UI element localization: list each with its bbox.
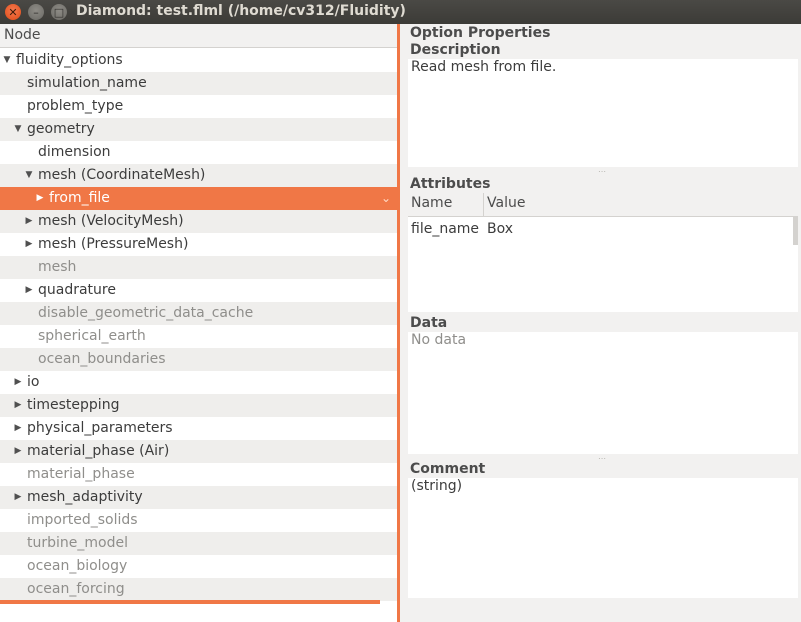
expander-expand-icon[interactable]: ▶ xyxy=(12,394,24,417)
tree-row-label: imported_solids xyxy=(27,512,138,528)
attributes-table: Name Value file_name Box xyxy=(408,193,798,312)
tree-row-label: mesh (PressureMesh) xyxy=(38,236,189,252)
window-minimize-button[interactable]: – xyxy=(28,4,44,20)
window-maximize-button[interactable]: □ xyxy=(51,4,67,20)
tree-row-label: physical_parameters xyxy=(27,420,173,436)
tree-row-label: problem_type xyxy=(27,98,124,114)
tree-row[interactable]: ▶ quadrature xyxy=(0,279,397,302)
window-title: Diamond: test.flml (/home/cv312/Fluidity… xyxy=(76,3,406,19)
options-tree: ▼ fluidity_options simulation_name problem_… xyxy=(0,49,397,601)
tree-row[interactable]: ▶ mesh (VelocityMesh) xyxy=(0,210,397,233)
column-divider xyxy=(483,193,484,217)
tree-row-label: simulation_name xyxy=(27,75,147,91)
description-title: Description xyxy=(410,42,501,58)
attributes-scrollbar[interactable] xyxy=(793,217,798,245)
tree-row[interactable]: ▶ material_phase (Air) xyxy=(0,440,397,463)
attributes-title: Attributes xyxy=(410,176,491,192)
expander-expand-icon[interactable]: ▶ xyxy=(23,210,35,233)
option-properties-heading: Option Properties xyxy=(410,25,551,41)
tree-row[interactable]: problem_type xyxy=(0,95,397,118)
description-box: Read mesh from file. xyxy=(408,59,798,167)
options-tree-pane: Node ▼ fluidity_options simulation_name pro… xyxy=(0,24,397,622)
tree-row[interactable]: simulation_name xyxy=(0,72,397,95)
tree-row-label: mesh_adaptivity xyxy=(27,489,143,505)
tree-row-label: turbine_model xyxy=(27,535,128,551)
tree-row-label: material_phase (Air) xyxy=(27,443,170,459)
attributes-table-header: Name Value xyxy=(408,193,798,217)
expander-expand-icon[interactable]: ▶ xyxy=(34,187,46,210)
tree-row[interactable]: material_phase xyxy=(0,463,397,486)
tree-row[interactable]: spherical_earth xyxy=(0,325,397,348)
tree-row-label: ocean_boundaries xyxy=(38,351,166,367)
option-properties-pane: Option Properties Description Read mesh … xyxy=(408,24,801,622)
tree-row[interactable]: ocean_boundaries xyxy=(0,348,397,371)
window-titlebar: ✕ – □ Diamond: test.flml (/home/cv312/Fl… xyxy=(0,0,801,24)
table-row[interactable]: file_name Box xyxy=(408,218,798,242)
comment-box[interactable]: (string) xyxy=(408,478,798,598)
expander-expand-icon[interactable]: ▶ xyxy=(12,417,24,440)
comment-title: Comment xyxy=(410,461,486,477)
expander-expand-icon[interactable]: ▶ xyxy=(23,279,35,302)
tree-row[interactable]: ▼ mesh (CoordinateMesh) xyxy=(0,164,397,187)
tree-row[interactable]: dimension xyxy=(0,141,397,164)
tree-row[interactable]: turbine_model xyxy=(0,532,397,555)
tree-row[interactable]: ▶ physical_parameters xyxy=(0,417,397,440)
description-resize-grip-icon[interactable]: ⋯ xyxy=(598,167,607,176)
attribute-value-cell[interactable]: Box xyxy=(487,221,513,237)
tree-row-label: timestepping xyxy=(27,397,120,413)
description-text: Read mesh from file. xyxy=(411,59,557,75)
tree-row-label: io xyxy=(27,374,40,390)
tree-row[interactable]: ocean_forcing xyxy=(0,578,397,601)
tree-row[interactable]: ▶ mesh (PressureMesh) xyxy=(0,233,397,256)
tree-row-label: dimension xyxy=(38,144,111,160)
window-close-button[interactable]: ✕ xyxy=(5,4,21,20)
tree-row-label: mesh (VelocityMesh) xyxy=(38,213,184,229)
tree-row-label: geometry xyxy=(27,121,95,137)
tree-row-label: ocean_biology xyxy=(27,558,128,574)
tree-row[interactable]: ocean_biology xyxy=(0,555,397,578)
expander-expand-icon[interactable]: ▶ xyxy=(12,371,24,394)
pane-splitter-handle[interactable] xyxy=(397,24,400,622)
tree-row[interactable]: disable_geometric_data_cache xyxy=(0,302,397,325)
attribute-name-cell: file_name xyxy=(411,221,480,237)
tree-row-label: disable_geometric_data_cache xyxy=(38,305,254,321)
tree-row-selected[interactable]: ▶ from_file ⌄ xyxy=(0,187,397,210)
data-text: No data xyxy=(411,332,467,348)
tree-row[interactable]: ▼ geometry xyxy=(0,118,397,141)
expander-collapse-icon[interactable]: ▼ xyxy=(1,49,13,72)
maximize-icon: □ xyxy=(53,5,65,19)
attributes-column-value[interactable]: Value xyxy=(487,195,525,211)
data-resize-grip-icon[interactable]: ⋯ xyxy=(598,454,607,463)
expander-collapse-icon[interactable]: ▼ xyxy=(23,164,35,187)
tree-row[interactable]: mesh xyxy=(0,256,397,279)
expander-collapse-icon[interactable]: ▼ xyxy=(12,118,24,141)
tree-row[interactable]: ▶ timestepping xyxy=(0,394,397,417)
tree-column-header-node[interactable]: Node xyxy=(0,24,397,48)
data-box: No data xyxy=(408,332,798,454)
tree-horizontal-scrollbar[interactable] xyxy=(0,600,380,604)
comment-text: (string) xyxy=(411,478,463,494)
chevron-down-icon[interactable]: ⌄ xyxy=(381,187,391,210)
tree-row[interactable]: ▶ mesh_adaptivity xyxy=(0,486,397,509)
expander-expand-icon[interactable]: ▶ xyxy=(23,233,35,256)
tree-row[interactable]: ▶ io xyxy=(0,371,397,394)
expander-expand-icon[interactable]: ▶ xyxy=(12,440,24,463)
tree-row-label: mesh xyxy=(38,259,77,275)
tree-row[interactable]: imported_solids xyxy=(0,509,397,532)
close-icon: ✕ xyxy=(8,5,18,19)
tree-row[interactable]: ▼ fluidity_options xyxy=(0,49,397,72)
tree-row-label: fluidity_options xyxy=(16,52,123,68)
tree-row-label: quadrature xyxy=(38,282,116,298)
tree-row-label: from_file xyxy=(49,190,110,206)
tree-row-label: ocean_forcing xyxy=(27,581,125,597)
expander-expand-icon[interactable]: ▶ xyxy=(12,486,24,509)
tree-row-label: mesh (CoordinateMesh) xyxy=(38,167,206,183)
attributes-column-name[interactable]: Name xyxy=(411,195,452,211)
tree-row-label: spherical_earth xyxy=(38,328,146,344)
data-title: Data xyxy=(410,315,448,331)
tree-row-label: material_phase xyxy=(27,466,135,482)
minimize-icon: – xyxy=(33,5,39,19)
